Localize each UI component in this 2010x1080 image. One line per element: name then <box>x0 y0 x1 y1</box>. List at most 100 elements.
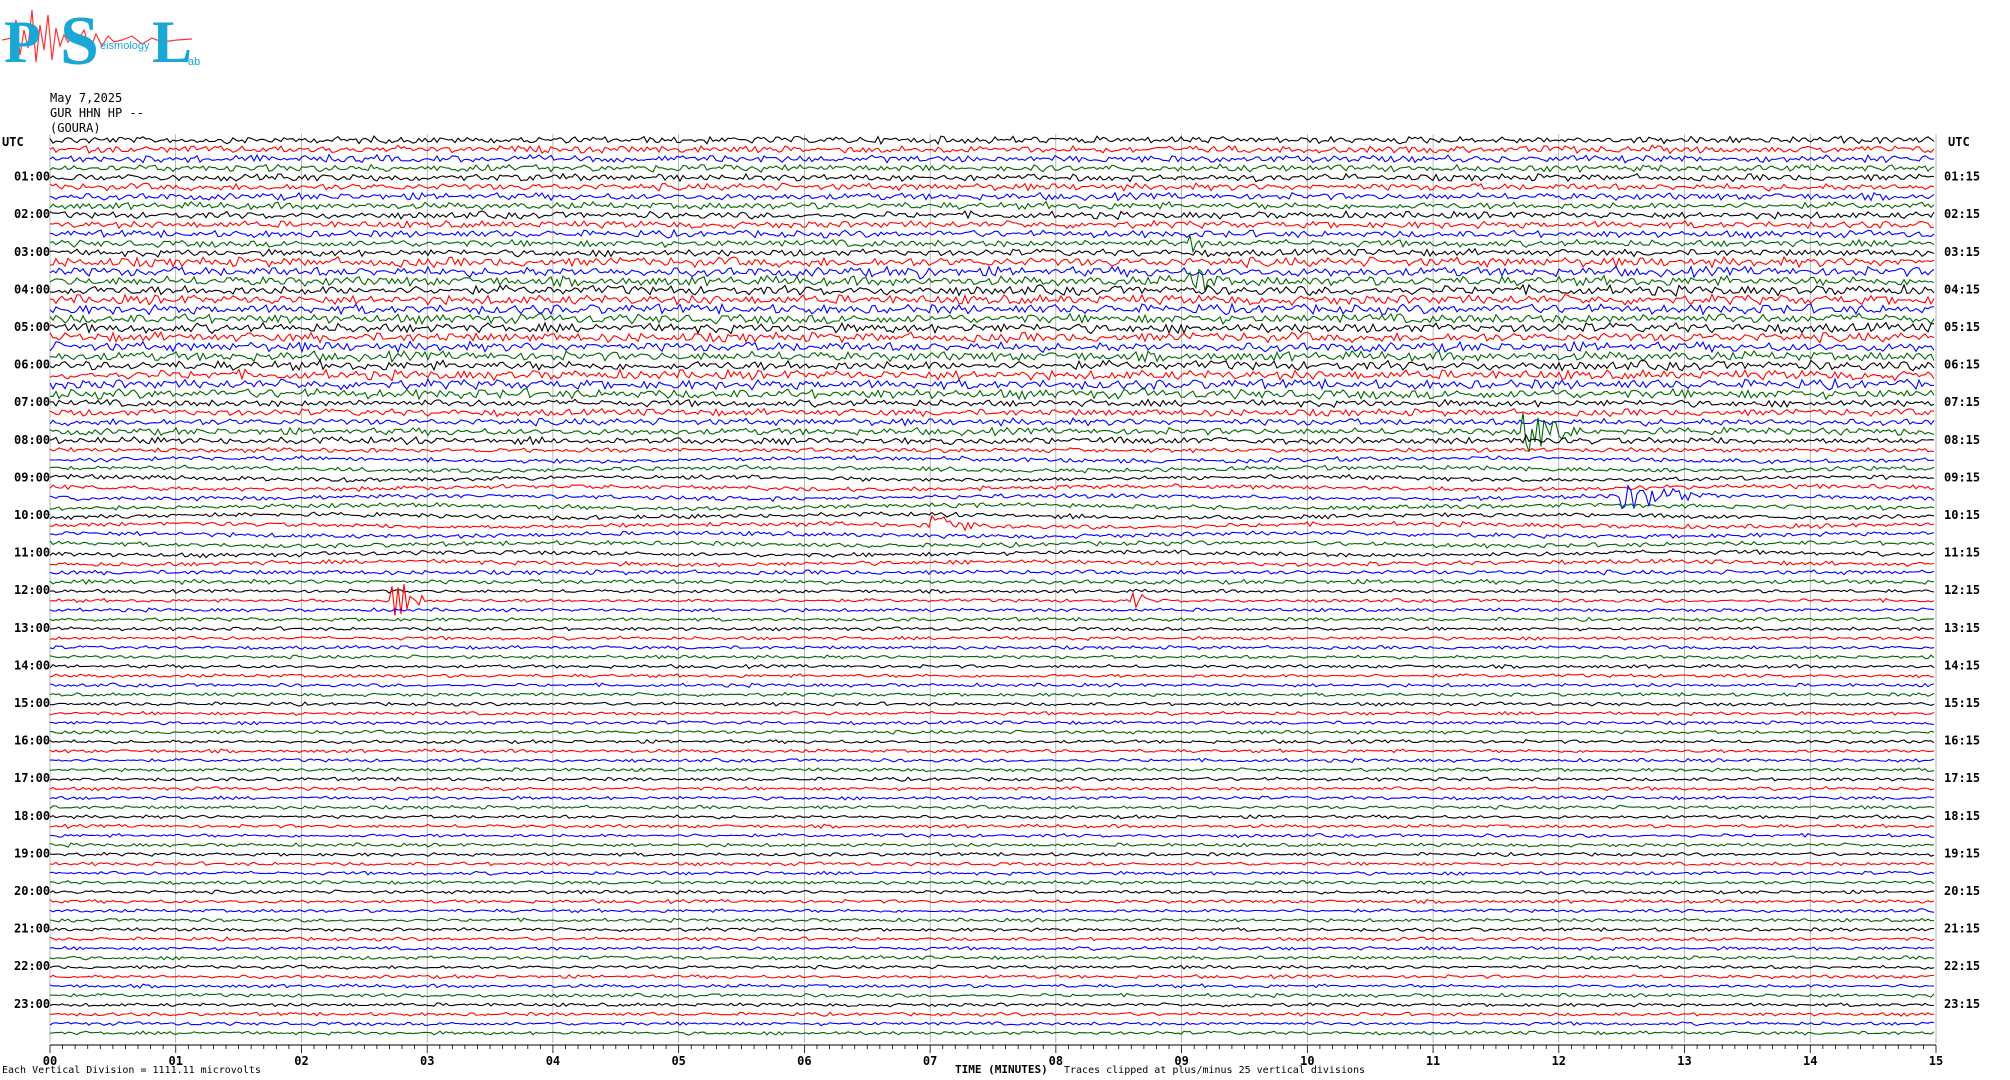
trace-line-43 <box>49 539 1935 549</box>
hour-label-right-10:15: 10:15 <box>1944 508 1980 522</box>
hour-label-left-01:00: 01:00 <box>14 170 50 184</box>
trace-line-83 <box>49 917 1935 923</box>
trace-line-41 <box>50 514 1935 532</box>
trace-line-37 <box>49 483 1935 493</box>
trace-line-64 <box>49 739 1935 745</box>
vertical-division-note: Each Vertical Division = 1111.11 microvo… <box>2 1065 261 1076</box>
trace-line-19 <box>49 312 1935 326</box>
trace-line-61 <box>49 710 1935 717</box>
trace-line-73 <box>49 823 1935 830</box>
trace-line-76 <box>49 851 1935 857</box>
trace-line-26 <box>49 377 1935 391</box>
trace-line-18 <box>49 302 1935 316</box>
x-tick-label-15: 15 <box>1929 1054 1943 1068</box>
hour-label-left-14:00: 14:00 <box>14 658 50 672</box>
x-tick-label-08: 08 <box>1049 1054 1063 1068</box>
hour-label-left-08:00: 08:00 <box>14 433 50 447</box>
hour-label-left-03:00: 03:00 <box>14 245 50 259</box>
hour-label-right-23:15: 23:15 <box>1944 997 1980 1011</box>
trace-line-34 <box>49 455 1935 465</box>
trace-line-52 <box>49 626 1935 632</box>
trace-line-93 <box>49 1011 1935 1017</box>
hour-label-left-13:00: 13:00 <box>14 621 50 635</box>
trace-line-33 <box>49 446 1935 454</box>
trace-line-85 <box>49 936 1935 942</box>
hour-label-left-06:00: 06:00 <box>14 358 50 372</box>
trace-line-86 <box>49 945 1935 952</box>
trace-line-65 <box>49 748 1935 754</box>
trace-line-51 <box>49 616 1935 622</box>
trace-line-24 <box>49 358 1935 372</box>
trace-line-56 <box>49 663 1935 670</box>
trace-line-3 <box>49 163 1935 174</box>
hour-label-left-09:00: 09:00 <box>14 470 50 484</box>
trace-line-10 <box>49 228 1935 239</box>
trace-line-2 <box>49 153 1935 164</box>
trace-line-90 <box>49 983 1935 989</box>
hour-label-left-20:00: 20:00 <box>14 884 50 898</box>
clip-note: Traces clipped at plus/minus 25 vertical… <box>1064 1065 1366 1076</box>
trace-line-13 <box>49 255 1935 269</box>
hour-label-right-08:15: 08:15 <box>1944 433 1980 447</box>
hour-label-right-17:15: 17:15 <box>1944 771 1980 785</box>
hour-label-right-04:15: 04:15 <box>1944 282 1980 296</box>
hour-label-right-03:15: 03:15 <box>1944 245 1980 259</box>
helicorder-chart: -5318-5309-5312-5297-5292-5305-5296-5285… <box>14 134 1980 1068</box>
trace-line-31 <box>49 412 1935 452</box>
hour-label-right-01:15: 01:15 <box>1944 170 1980 184</box>
trace-line-58 <box>49 682 1935 688</box>
trace-line-11 <box>49 233 1935 254</box>
hour-label-right-18:15: 18:15 <box>1944 809 1980 823</box>
trace-line-23 <box>49 349 1935 364</box>
x-tick-label-11: 11 <box>1426 1054 1440 1068</box>
x-tick-label-14: 14 <box>1803 1054 1817 1068</box>
trace-line-57 <box>49 673 1935 679</box>
trace-line-59 <box>49 691 1935 698</box>
hour-label-left-05:00: 05:00 <box>14 320 50 334</box>
trace-line-4 <box>49 172 1935 183</box>
x-tick-label-13: 13 <box>1677 1054 1691 1068</box>
trace-line-5 <box>49 182 1935 192</box>
trace-line-82 <box>49 908 1935 914</box>
trace-line-63 <box>49 729 1935 735</box>
hour-label-left-23:00: 23:00 <box>14 997 50 1011</box>
hour-label-right-05:15: 05:15 <box>1944 320 1980 334</box>
hour-label-right-06:15: 06:15 <box>1944 358 1980 372</box>
hour-label-left-07:00: 07:00 <box>14 395 50 409</box>
trace-line-67 <box>49 767 1935 773</box>
trace-line-55 <box>49 654 1935 660</box>
x-axis-title: TIME (MINUTES) <box>955 1063 1048 1076</box>
trace-line-30 <box>49 417 1935 427</box>
trace-line-94 <box>49 1021 1935 1027</box>
x-tick-label-04: 04 <box>546 1054 560 1068</box>
trace-line-25 <box>49 368 1935 382</box>
trace-line-53 <box>49 635 1935 641</box>
hour-label-left-10:00: 10:00 <box>14 508 50 522</box>
x-tick-label-02: 02 <box>294 1054 308 1068</box>
trace-line-22 <box>49 340 1935 354</box>
trace-line-91 <box>49 992 1935 999</box>
trace-line-54 <box>49 644 1935 651</box>
trace-line-39 <box>49 501 1935 511</box>
trace-line-62 <box>49 720 1935 726</box>
hour-label-right-21:15: 21:15 <box>1944 922 1980 936</box>
hour-label-left-17:00: 17:00 <box>14 771 50 785</box>
hour-label-right-19:15: 19:15 <box>1944 846 1980 860</box>
trace-line-95 <box>49 1030 1935 1036</box>
trace-line-70 <box>49 795 1935 801</box>
trace-line-14 <box>49 265 1935 280</box>
trace-line-88 <box>49 964 1935 970</box>
trace-line-46 <box>49 569 1935 576</box>
trace-line-60 <box>49 701 1935 707</box>
hour-label-left-18:00: 18:00 <box>14 809 50 823</box>
trace-line-74 <box>49 832 1935 839</box>
trace-line-44 <box>49 549 1935 559</box>
trace-line-80 <box>49 889 1935 895</box>
trace-line-20 <box>50 321 1935 335</box>
trace-line-48 <box>49 588 1935 595</box>
trace-line-21 <box>49 330 1935 344</box>
hour-label-right-07:15: 07:15 <box>1944 395 1980 409</box>
trace-line-89 <box>49 974 1935 980</box>
hour-label-left-22:00: 22:00 <box>14 959 50 973</box>
trace-line-17 <box>50 293 1935 307</box>
